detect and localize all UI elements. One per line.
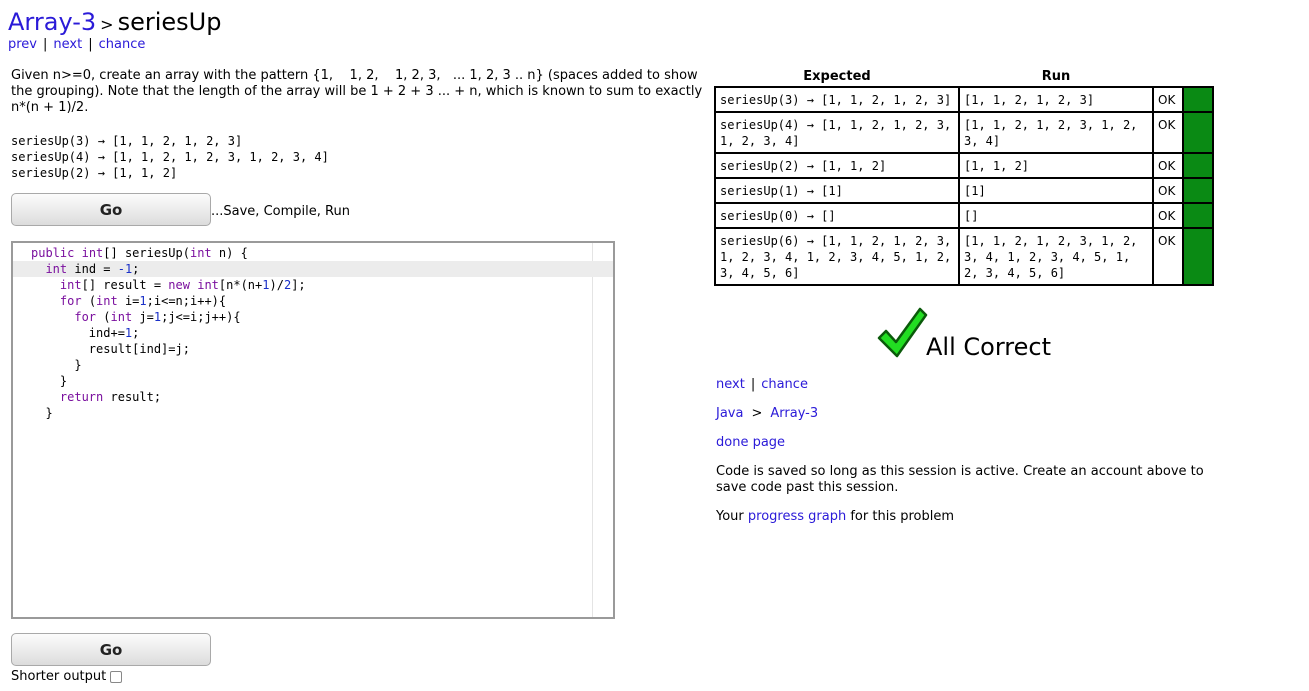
expected-cell: seriesUp(0) → []: [714, 202, 960, 229]
results-table: Expected Run seriesUp(3) → [1, 1, 2, 1, …: [714, 68, 1214, 286]
code-line: }: [31, 358, 82, 372]
shorter-output-label: Shorter output: [11, 669, 107, 684]
expected-cell: seriesUp(3) → [1, 1, 2, 1, 2, 3]: [714, 86, 960, 113]
done-page-link[interactable]: done page: [716, 435, 785, 450]
next-link-bottom[interactable]: next: [716, 377, 745, 392]
code-editor[interactable]: public int[] seriesUp(int n) { int ind =…: [11, 241, 615, 619]
chance-link-bottom[interactable]: chance: [761, 377, 808, 392]
run-cell: [1, 1, 2]: [958, 152, 1154, 179]
go-button-bottom[interactable]: Go: [11, 633, 211, 666]
bottom-nav: next | chance: [716, 377, 808, 392]
pass-indicator: [1182, 202, 1214, 229]
expected-cell: seriesUp(2) → [1, 1, 2]: [714, 152, 960, 179]
progress-prefix: Your: [716, 509, 744, 524]
results-header-row: Expected Run: [715, 68, 1213, 87]
breadcrumb-array-3-link[interactable]: Array-3: [8, 8, 96, 36]
result-row: seriesUp(6) → [1, 1, 2, 1, 2, 3, 1, 2, 3…: [714, 227, 1214, 286]
run-cell: [1]: [958, 177, 1154, 204]
status-cell: OK: [1152, 202, 1184, 229]
go-note: ...Save, Compile, Run: [211, 204, 350, 219]
session-save-note: Code is saved so long as this session is…: [716, 464, 1204, 495]
status-cell: OK: [1152, 111, 1184, 154]
top-nav: prev | next | chance: [8, 37, 145, 52]
code-line: }: [31, 406, 53, 420]
next-link[interactable]: next: [53, 37, 82, 52]
nav-divider: |: [88, 37, 93, 52]
code-line: result[ind]=j;: [31, 342, 190, 356]
example-line: seriesUp(2) → [1, 1, 2]: [11, 166, 178, 180]
status-cell: OK: [1152, 86, 1184, 113]
code-line: public int[] seriesUp(int n) {: [31, 246, 248, 260]
chance-link[interactable]: chance: [99, 37, 146, 52]
checkmark-icon: [877, 307, 928, 358]
page-title: seriesUp: [117, 8, 222, 36]
progress-graph-link[interactable]: progress graph: [748, 509, 846, 524]
run-cell: [1, 1, 2, 1, 2, 3, 1, 2, 3, 4]: [958, 111, 1154, 154]
code-line: int ind = -1;: [13, 261, 613, 277]
problem-examples: seriesUp(3) → [1, 1, 2, 1, 2, 3] seriesU…: [11, 133, 329, 181]
nav-divider: |: [43, 37, 48, 52]
code-text[interactable]: public int[] seriesUp(int n) { int ind =…: [13, 245, 613, 421]
example-line: seriesUp(3) → [1, 1, 2, 1, 2, 3]: [11, 134, 243, 148]
progress-suffix: for this problem: [850, 509, 955, 524]
pass-indicator: [1182, 152, 1214, 179]
array-3-link[interactable]: Array-3: [770, 406, 818, 421]
result-row: seriesUp(3) → [1, 1, 2, 1, 2, 3] [1, 1, 2…: [714, 86, 1214, 113]
code-line: ind+=1;: [31, 326, 140, 340]
expected-cell: seriesUp(1) → [1]: [714, 177, 960, 204]
breadcrumb-separator: >: [751, 406, 763, 421]
breadcrumb-bottom: Java > Array-3: [716, 406, 818, 421]
nav-divider: |: [750, 377, 756, 392]
go-button[interactable]: Go: [11, 193, 211, 226]
pass-indicator: [1182, 111, 1214, 154]
expected-cell: seriesUp(4) → [1, 1, 2, 1, 2, 3, 1, 2, 3…: [714, 111, 960, 154]
pass-indicator: [1182, 177, 1214, 204]
pass-indicator: [1182, 227, 1214, 286]
run-cell: [1, 1, 2, 1, 2, 3]: [958, 86, 1154, 113]
page-header: Array-3 > seriesUp: [8, 8, 221, 36]
result-row: seriesUp(4) → [1, 1, 2, 1, 2, 3, 1, 2, 3…: [714, 111, 1214, 154]
run-cell: []: [958, 202, 1154, 229]
code-line: return result;: [59, 390, 162, 404]
result-row: seriesUp(1) → [1] [1] OK: [714, 177, 1214, 204]
result-row: seriesUp(0) → [][] OK: [714, 202, 1214, 229]
run-cell: [1, 1, 2, 1, 2, 3, 1, 2, 3, 4, 1, 2, 3, …: [958, 227, 1154, 286]
expected-cell: seriesUp(6) → [1, 1, 2, 1, 2, 3, 1, 2, 3…: [714, 227, 960, 286]
status-cell: OK: [1152, 227, 1184, 286]
code-line: for (int j=1;j<=i;j++){: [74, 310, 241, 324]
progress-note: Your progress graph for this problem: [716, 509, 954, 524]
problem-statement: Given n>=0, create an array with the pat…: [11, 68, 707, 115]
breadcrumb-separator: >: [100, 15, 114, 34]
expected-header: Expected: [803, 69, 871, 84]
shorter-output-checkbox[interactable]: [110, 670, 123, 683]
code-line: for (int i=1;i<=n;i++){: [59, 294, 227, 308]
code-line: }: [31, 374, 68, 388]
all-correct-message: All Correct: [926, 333, 1051, 361]
pass-indicator: [1182, 86, 1214, 113]
status-cell: OK: [1152, 177, 1184, 204]
code-line: int[] result = new int[n*(n+1)/2];: [59, 278, 306, 292]
prev-link[interactable]: prev: [8, 37, 37, 52]
run-header: Run: [1041, 69, 1071, 84]
java-link[interactable]: Java: [716, 406, 743, 421]
result-row: seriesUp(2) → [1, 1, 2] [1, 1, 2] OK: [714, 152, 1214, 179]
shorter-output-option[interactable]: Shorter output: [11, 669, 123, 684]
example-line: seriesUp(4) → [1, 1, 2, 1, 2, 3, 1, 2, 3…: [11, 150, 329, 164]
status-cell: OK: [1152, 152, 1184, 179]
